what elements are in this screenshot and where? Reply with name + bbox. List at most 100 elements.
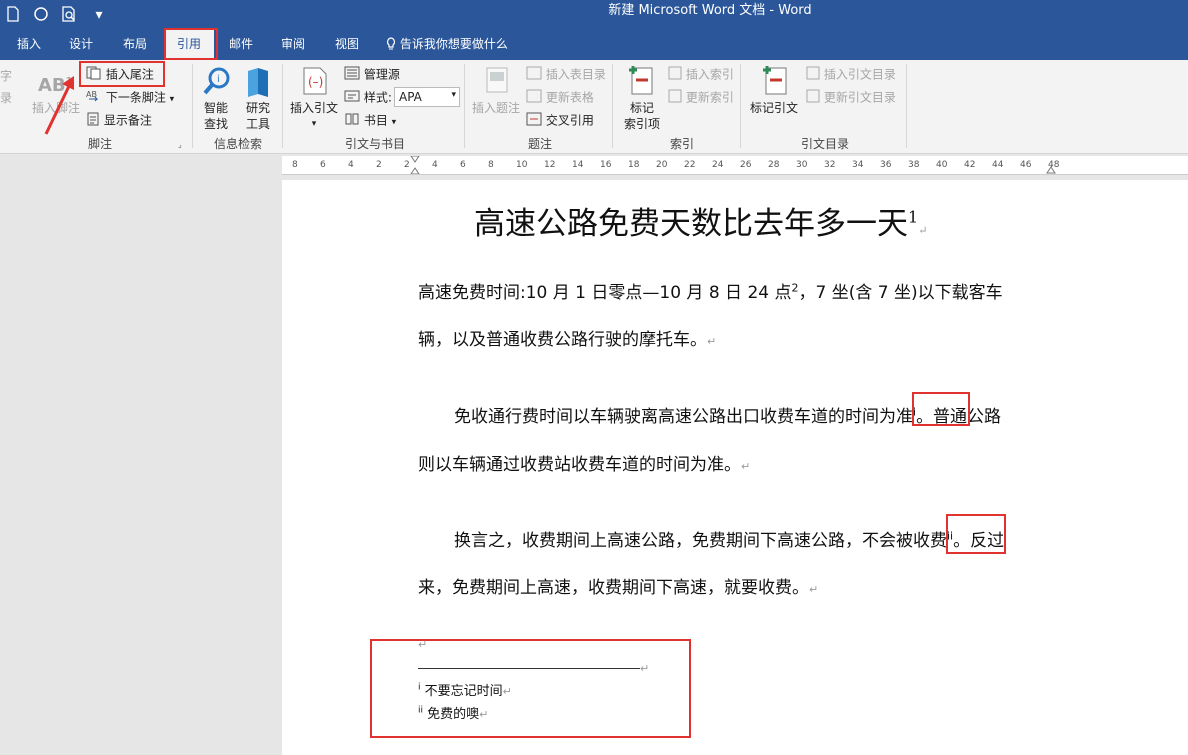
paragraph-3-line-2[interactable]: 来，免费期间上高速，收费期间下高速，就要收费。↵ xyxy=(418,573,818,598)
ruler-tick: 6 xyxy=(320,160,326,170)
update-table-button[interactable]: 更新表格 xyxy=(526,89,594,107)
toa-icon xyxy=(806,66,820,84)
lightbulb-icon xyxy=(386,37,400,51)
ruler-tick: 46 xyxy=(1020,160,1032,170)
endnote-2[interactable]: ii 免费的噢↵ xyxy=(418,703,488,722)
bibliography-icon xyxy=(344,112,360,130)
empty-paragraph-mark: ↵ xyxy=(418,638,428,651)
paragraph-1-line-2[interactable]: 辆，以及普通收费公路行驶的摩托车。↵ xyxy=(418,325,716,350)
ruler-tick: 40 xyxy=(936,160,948,170)
title-bar: ▾ 新建 Microsoft Word 文档 - Word xyxy=(0,0,1188,30)
insert-citation-button[interactable]: 插入引文 ▾ xyxy=(290,100,338,132)
tab-design[interactable]: 设计 xyxy=(58,30,104,60)
ruler-tick: 10 xyxy=(516,160,528,170)
insert-citation-dropdown-icon[interactable]: ▾ xyxy=(290,116,338,132)
circle-icon[interactable] xyxy=(32,6,50,24)
horizontal-ruler[interactable]: 8 6 4 2 2 4 6 8 10 12 14 16 18 20 22 24 26 28 30 32 34 36 38 40… xyxy=(282,156,1188,175)
manage-sources-button[interactable]: 管理源 xyxy=(344,66,400,84)
style-dropdown[interactable]: APA ▾ xyxy=(394,87,460,107)
svg-text:(–): (–) xyxy=(308,75,323,89)
right-indent-marker-icon[interactable] xyxy=(1046,164,1056,174)
paragraph-3-line-1[interactable]: 换言之，收费期间上高速公路，免费期间下高速公路，不会被收费ii。反过 xyxy=(454,526,1004,551)
bibliography-button[interactable]: 书目 ▾ xyxy=(344,112,396,131)
ruler-tick: 22 xyxy=(684,160,696,170)
update-toa-button[interactable]: 更新引文目录 xyxy=(806,89,896,107)
title-footnote-ref: 1 xyxy=(908,207,919,227)
show-notes-button[interactable]: 显示备注 xyxy=(86,112,152,130)
ruler-tick: 26 xyxy=(740,160,752,170)
chevron-down-icon: ▾ xyxy=(451,90,456,100)
document-page[interactable]: 高速公路免费天数比去年多一天1↵ 高速免费时间:10 月 1 日零点—10 月 … xyxy=(282,180,1188,755)
index-icon xyxy=(668,66,682,84)
style-icon xyxy=(344,89,360,107)
indent-marker-icon[interactable] xyxy=(410,156,420,174)
print-preview-icon[interactable] xyxy=(60,6,78,24)
manage-sources-icon xyxy=(344,66,360,84)
tab-mailings[interactable]: 邮件 xyxy=(218,30,264,60)
new-doc-icon[interactable] xyxy=(4,6,22,24)
ruler-tick: 2 xyxy=(376,160,382,170)
index-group-label: 索引 xyxy=(669,137,694,151)
insert-citation-icon: (–) xyxy=(300,66,330,99)
ruler-tick: 8 xyxy=(292,160,298,170)
ruler-tick: 12 xyxy=(544,160,556,170)
group-separator xyxy=(906,64,907,148)
bibliography-dropdown-icon: ▾ xyxy=(391,117,397,128)
ruler-tick: 20 xyxy=(656,160,668,170)
ruler-tick: 28 xyxy=(768,160,780,170)
doc-title[interactable]: 高速公路免费天数比去年多一天1↵ xyxy=(474,198,927,243)
tab-references[interactable]: 引用 xyxy=(164,30,214,60)
endnote-marker: ii xyxy=(418,705,424,716)
style-dropdown-value: APA xyxy=(399,90,422,104)
paragraph-mark: ↵ xyxy=(918,224,928,237)
dialog-launcher-icon[interactable]: ⌟ xyxy=(178,140,182,149)
endnote-separator xyxy=(418,668,640,669)
paragraph-mark: ↵ xyxy=(809,583,819,596)
ruler-tick: 30 xyxy=(796,160,808,170)
ruler-tick: 44 xyxy=(992,160,1004,170)
footnote-ref: 2 xyxy=(791,281,799,295)
paragraph-2-line-2[interactable]: 则以车辆通过收费站收费车道的时间为准。↵ xyxy=(418,450,750,475)
tab-insert[interactable]: 插入 xyxy=(6,30,52,60)
ruler-tick: 38 xyxy=(908,160,920,170)
cross-reference-button[interactable]: 交叉引用 xyxy=(526,112,594,130)
insert-endnote-button[interactable]: 插入尾注 xyxy=(86,66,154,84)
group-separator xyxy=(282,64,283,148)
paragraph-mark: ↵ xyxy=(479,708,489,721)
ruler-tick: 16 xyxy=(600,160,612,170)
mark-citation-button[interactable]: 标记引文 xyxy=(750,100,798,116)
ruler-tick: 14 xyxy=(572,160,584,170)
insert-index-button[interactable]: 插入索引 xyxy=(668,66,734,84)
ruler-tick: 24 xyxy=(712,160,724,170)
separator-paragraph-mark: ↵ xyxy=(640,662,650,675)
ribbon-tabs: 插入 设计 布局 引用 邮件 审阅 视图 告诉我你想要做什么 xyxy=(0,30,1188,60)
citations-group-label: 引文与书目 xyxy=(344,137,405,151)
mark-entry-button[interactable]: 标记 索引项 xyxy=(624,100,660,132)
update-icon xyxy=(526,89,542,107)
tell-me-box[interactable]: 告诉我你想要做什么 xyxy=(386,30,526,60)
table-of-figures-icon xyxy=(526,66,542,84)
paragraph-mark: ↵ xyxy=(502,685,512,698)
next-footnote-button[interactable]: AB 下一条脚注 ▾ xyxy=(86,89,174,108)
update-index-button[interactable]: 更新索引 xyxy=(668,89,734,107)
insert-toa-button[interactable]: 插入引文目录 xyxy=(806,66,896,84)
smart-lookup-button[interactable]: 智能 查找 xyxy=(202,100,230,132)
next-footnote-dropdown-icon[interactable]: ▾ xyxy=(170,95,175,105)
paragraph-1-line-1[interactable]: 高速免费时间:10 月 1 日零点—10 月 8 日 24 点2，7 坐(含 7… xyxy=(418,278,1003,303)
window-title: 新建 Microsoft Word 文档 - Word xyxy=(608,3,812,18)
tab-layout[interactable]: 布局 xyxy=(112,30,158,60)
endnote-1[interactable]: i 不要忘记时间↵ xyxy=(418,680,512,699)
tab-review[interactable]: 审阅 xyxy=(270,30,316,60)
smart-lookup-icon: i xyxy=(202,66,232,101)
customize-icon[interactable]: ▾ xyxy=(90,6,108,24)
insert-caption-button[interactable]: 插入题注 xyxy=(472,100,520,116)
endnote-marker: i xyxy=(418,682,421,693)
ruler-tick: 8 xyxy=(488,160,494,170)
paragraph-2-line-1[interactable]: 免收通行费时间以车辆驶离高速公路出口收费车道的时间为准i。普通公路 xyxy=(454,402,1001,427)
tab-view[interactable]: 视图 xyxy=(324,30,370,60)
endnote-anchor-text: 收费 xyxy=(913,531,947,551)
insert-table-of-figures-button[interactable]: 插入表目录 xyxy=(526,66,606,84)
researcher-button[interactable]: 研究 工具 xyxy=(244,100,272,132)
paragraph-mark: ↵ xyxy=(707,335,717,348)
ribbon: 字 录 AB1 插入脚注 插入尾注 AB 下一条脚注 ▾ 显示备注 脚注 ⌟ i… xyxy=(0,60,1188,154)
